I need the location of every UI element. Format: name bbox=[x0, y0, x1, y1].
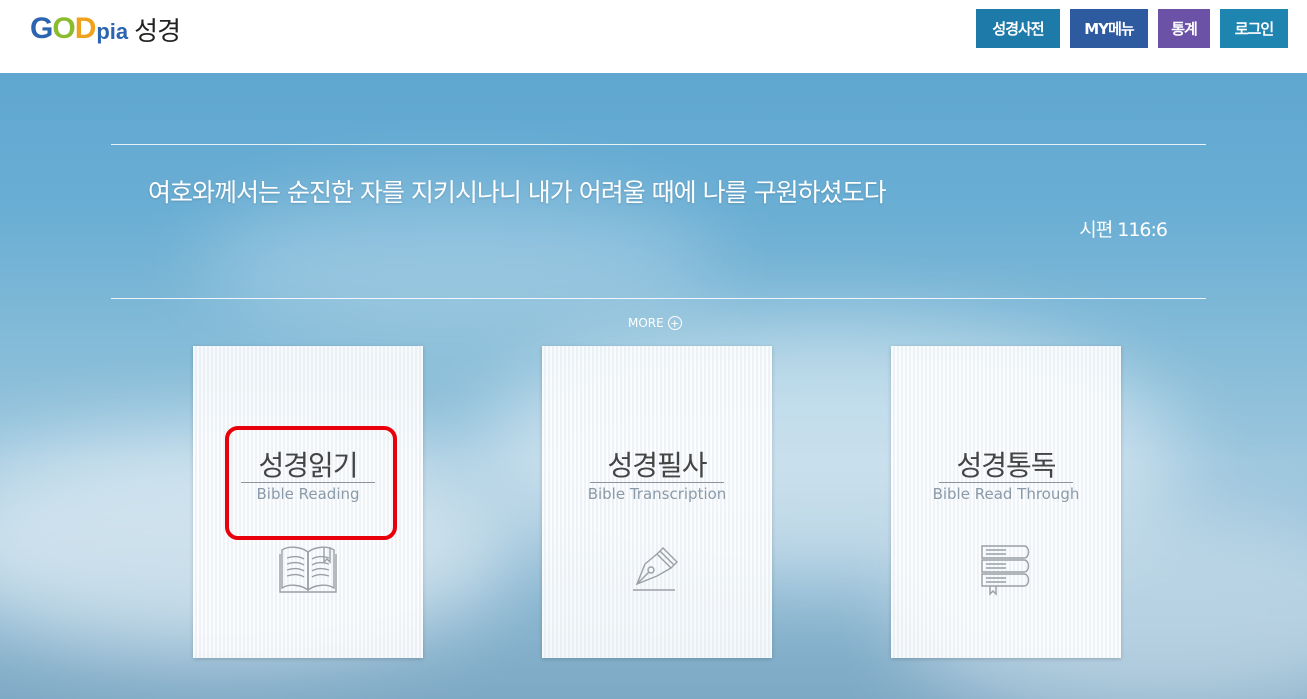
daily-verse-text: 여호와께서는 순진한 자를 지키시나니 내가 어려울 때에 나를 구원하셨도다 bbox=[148, 178, 887, 207]
card-subtitle: Bible Read Through bbox=[932, 485, 1080, 503]
statistics-button[interactable]: 통계 bbox=[1158, 9, 1210, 48]
verse-bottom-divider bbox=[111, 298, 1206, 299]
card-title-underline bbox=[241, 482, 375, 483]
site-header: G O D pia 성경 성경사전 MY메뉴 통계 로그인 bbox=[0, 0, 1307, 73]
logo-letter-o: O bbox=[52, 12, 75, 45]
godpia-logo[interactable]: G O D pia 성경 bbox=[30, 9, 181, 49]
top-nav: 성경사전 MY메뉴 통계 로그인 bbox=[976, 9, 1288, 48]
card-title-underline bbox=[590, 482, 724, 483]
bible-dictionary-button[interactable]: 성경사전 bbox=[976, 9, 1060, 48]
logo-letter-d: D bbox=[74, 12, 97, 45]
my-menu-button[interactable]: MY메뉴 bbox=[1070, 9, 1148, 48]
logo-pia: pia bbox=[96, 18, 129, 44]
verse-top-divider bbox=[111, 144, 1206, 145]
fountain-pen-icon bbox=[633, 547, 678, 591]
bible-transcription-card[interactable]: 성경필사 Bible Transcription bbox=[542, 346, 772, 658]
card-title: 성경읽기 bbox=[258, 449, 358, 482]
logo-letter-g: G bbox=[30, 12, 53, 45]
logo-korean-title: 성경 bbox=[134, 16, 181, 47]
more-label: MORE bbox=[628, 316, 664, 330]
card-subtitle: Bible Reading bbox=[256, 485, 360, 503]
book-stack-icon bbox=[981, 545, 1030, 596]
card-title: 성경필사 bbox=[607, 449, 707, 482]
plus-circle-icon: + bbox=[667, 316, 682, 330]
card-title-underline bbox=[939, 482, 1073, 483]
card-subtitle: Bible Transcription bbox=[587, 485, 727, 503]
card-title: 성경통독 bbox=[956, 449, 1056, 482]
login-button[interactable]: 로그인 bbox=[1220, 9, 1288, 48]
bible-reading-card[interactable]: 성경읽기 Bible Reading bbox=[193, 346, 423, 658]
hero-section: 여호와께서는 순진한 자를 지키시나니 내가 어려울 때에 나를 구원하셨도다 … bbox=[0, 73, 1307, 699]
open-book-icon bbox=[279, 546, 337, 593]
cloud-decoration bbox=[200, 193, 720, 333]
more-link[interactable]: MORE + bbox=[628, 316, 682, 330]
bible-read-through-card[interactable]: 성경통독 Bible Read Through bbox=[891, 346, 1121, 658]
verse-reference: 시편 116:6 bbox=[1079, 219, 1168, 241]
